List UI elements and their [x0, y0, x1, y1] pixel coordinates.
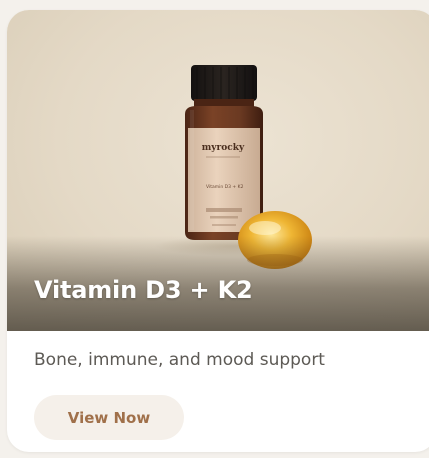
bottle-brand-text: myrocky: [202, 143, 245, 153]
product-hero-image: myrocky Vitamin D3 + K2 Vitamin D3 + K2: [7, 10, 429, 331]
product-title: Vitamin D3 + K2: [34, 276, 253, 304]
product-card[interactable]: myrocky Vitamin D3 + K2 Vitamin D3 + K2 …: [7, 10, 429, 452]
view-now-button[interactable]: View Now: [34, 395, 184, 440]
bottle-product-text: Vitamin D3 + K2: [206, 184, 244, 190]
product-description: Bone, immune, and mood support: [34, 350, 325, 370]
